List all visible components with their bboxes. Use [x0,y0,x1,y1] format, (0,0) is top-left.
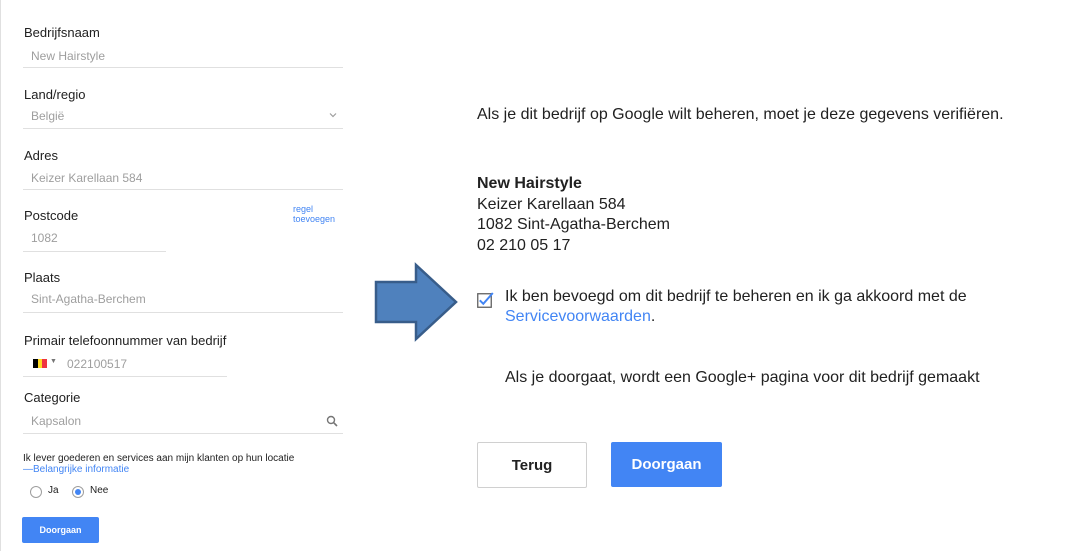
search-icon[interactable] [326,415,338,427]
deliver-question: Ik lever goederen en services aan mijn k… [23,453,295,464]
country-select[interactable]: België [31,109,64,123]
right-arrow-icon [374,262,458,342]
form-continue-button[interactable]: Doorgaan [22,517,99,543]
business-name-label: Bedrijfsnaam [24,25,100,40]
business-name: New Hairstyle [477,175,582,192]
category-input[interactable]: Kapsalon [31,414,81,428]
chevron-down-icon[interactable] [329,111,337,119]
business-form: Bedrijfsnaam New Hairstyle Land/regio Be… [0,0,350,551]
radio-no-label: Nee [90,485,109,496]
continue-button[interactable]: Doorgaan [611,442,722,487]
address-line: 1082 Sint-Agatha-Berchem [477,216,670,233]
address-label: Adres [24,148,58,163]
terms-of-service-link[interactable]: Servicevoorwaarden [505,308,651,325]
country-label: Land/regio [24,87,86,102]
back-button[interactable]: Terug [477,442,587,488]
flag-stripe-red [42,359,48,368]
agree-period: . [650,308,656,325]
country-underline [23,128,343,129]
radio-yes[interactable] [30,486,42,498]
postcode-label: Postcode [24,208,79,223]
radio-no[interactable] [72,486,84,498]
google-plus-note: Als je doorgaat, wordt een Google+ pagin… [505,369,980,386]
business-name-underline [23,67,343,68]
city-underline [23,312,343,313]
category-label: Categorie [24,390,81,405]
add-line-link[interactable]: regel toevoegen [293,204,350,224]
belgium-flag-icon[interactable] [33,359,48,368]
address-line: Keizer Karellaan 584 [477,196,626,213]
phone-label: Primair telefoonnummer van bedrijf [24,333,227,348]
important-info-link[interactable]: —Belangrijke informatie [23,464,129,475]
caret-down-icon[interactable]: ▼ [50,358,57,365]
phone-underline [23,376,227,377]
agree-text: Ik ben bevoegd om dit bedrijf te beheren… [505,287,1068,327]
verify-panel: Als je dit bedrijf op Google wilt behere… [477,0,1068,551]
postcode-input[interactable]: 1082 [31,231,58,245]
address-line: 02 210 05 17 [477,237,571,254]
city-label: Plaats [24,270,61,285]
phone-input[interactable]: 022100517 [67,357,127,371]
address-input[interactable]: Keizer Karellaan 584 [31,171,142,185]
intro-text: Als je dit bedrijf op Google wilt behere… [477,106,1004,123]
agree-checkbox[interactable] [477,291,494,308]
address-underline [23,189,343,190]
agree-statement: Ik ben bevoegd om dit bedrijf te beheren… [505,288,967,305]
radio-yes-label: Ja [48,485,59,496]
business-name-input[interactable]: New Hairstyle [31,49,105,63]
postcode-underline [23,251,166,252]
city-input[interactable]: Sint-Agatha-Berchem [31,292,146,306]
category-underline [23,433,343,434]
